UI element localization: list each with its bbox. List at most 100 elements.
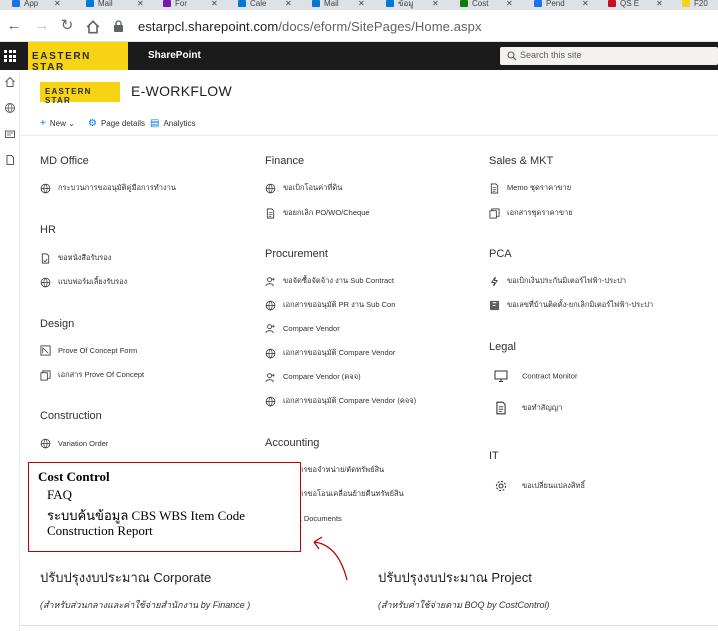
tab-close-icon[interactable]: ✕ [656, 0, 664, 10]
tab-close-icon[interactable]: ✕ [506, 0, 514, 10]
tab-close-icon[interactable]: ✕ [432, 0, 440, 10]
lock-icon[interactable] [113, 20, 124, 32]
link-item[interactable]: ขอทำสัญญา [494, 401, 562, 415]
globe-icon [265, 348, 276, 359]
cost-control-title: Cost Control [38, 469, 110, 484]
budget-project-subtitle: (สำหรับค่าใช้จ่ายตาม BOQ by CostControl) [378, 600, 550, 610]
link-item[interactable]: Variation Order [40, 438, 108, 449]
browser-tab[interactable]: Mail [312, 0, 352, 10]
link-item[interactable]: Compare Vendor (คจจ) [265, 371, 361, 383]
browser-address-bar: ← → ↻ estarpcl.sharepoint.com/docs/eform… [0, 10, 718, 42]
link-item[interactable]: ขอเบิกโอนค่าที่ดิน [265, 182, 342, 194]
link-item[interactable]: ขอยกเลิก PO/WO/Cheque [265, 207, 370, 219]
form-icon [40, 345, 51, 356]
budget-project-title[interactable]: ปรับปรุงงบประมาณ Project [378, 567, 532, 588]
link-item[interactable]: เอกสารขออนุมัติ Compare Vendor (คจจ) [265, 395, 416, 407]
link-item[interactable]: ขอเปลี่ยนแปลงสิทธิ์ [494, 479, 585, 493]
browser-tab[interactable]: ข้อมู [386, 0, 426, 10]
site-logo-text: EASTERN STAR [45, 87, 92, 105]
new-button[interactable]: + New ⌄ [40, 118, 75, 129]
link-item[interactable]: กระบวนการขออนุมัติคู่มือการทำงาน [40, 182, 176, 194]
section-title-it: IT [489, 450, 499, 462]
sharepoint-label[interactable]: SharePoint [148, 50, 201, 61]
link-item[interactable]: Compare Vendor [265, 323, 340, 334]
document-icon[interactable] [4, 154, 16, 166]
tab-favicon-icon [163, 0, 171, 7]
link-item[interactable]: เอกสารขออนุมัติ PR งาน Sub Con [265, 299, 395, 311]
budget-corporate-subtitle: (สำหรับส่วนกลางและค่าใช้จ่ายสำนักงาน by … [40, 600, 251, 610]
document-list-icon [265, 208, 276, 219]
link-item[interactable]: ขอจัดซื้อจัดจ้าง งาน Sub Contract [265, 275, 394, 287]
section-title-pca: PCA [489, 248, 512, 260]
section-title-legal: Legal [489, 341, 516, 353]
globe-icon [265, 300, 276, 311]
browser-tab[interactable]: For [163, 0, 203, 10]
site-logo[interactable]: EASTERN STAR [40, 82, 120, 105]
link-item[interactable]: Memo ชุดราคาขาย [489, 182, 571, 194]
search-placeholder: Search this site [520, 50, 582, 60]
home-icon[interactable] [4, 76, 16, 88]
tab-close-icon[interactable]: ✕ [137, 0, 145, 10]
documents-icon [489, 208, 500, 219]
browser-tab[interactable]: Cost [460, 0, 500, 10]
browser-tab[interactable]: QS E [608, 0, 648, 10]
globe-icon [40, 277, 51, 288]
browser-tab[interactable]: Cale [238, 0, 278, 10]
link-item[interactable]: เอกสารขออนุมัติ Compare Vendor [265, 347, 395, 359]
tab-close-icon[interactable]: ✕ [211, 0, 219, 10]
site-title[interactable]: E-WORKFLOW [131, 83, 232, 99]
documents-icon [40, 370, 51, 381]
browser-tab[interactable]: App [12, 0, 52, 10]
globe-icon [265, 183, 276, 194]
link-item[interactable]: ขอเบิกเงินประกันมิเตอร์ไฟฟ้า-ประปา [489, 275, 626, 287]
section-title-procurement: Procurement [265, 248, 328, 260]
forward-arrow-icon[interactable]: → [34, 18, 50, 34]
tab-favicon-icon [608, 0, 616, 7]
url-path: /docs/eform/SitePages/Home.aspx [278, 19, 482, 34]
search-input[interactable]: Search this site [500, 47, 718, 65]
link-item[interactable]: เอกสาร Prove Of Concept [40, 369, 144, 381]
left-rail [0, 70, 20, 631]
section-title-construction: Construction [40, 410, 102, 422]
analytics-button[interactable]: ▤ Analytics [150, 118, 195, 129]
link-item[interactable]: แบบฟอร์มเลี้ยงรับรอง [40, 276, 127, 288]
tab-close-icon[interactable]: ✕ [285, 0, 293, 10]
link-item[interactable]: Contract Monitor [494, 369, 577, 383]
person-add-icon [265, 372, 276, 383]
browser-tab[interactable]: Pend [534, 0, 574, 10]
url-field[interactable]: estarpcl.sharepoint.com/docs/eform/SiteP… [138, 19, 482, 34]
forms-app-icon [489, 300, 500, 311]
tab-favicon-icon [682, 0, 690, 7]
reload-icon[interactable]: ↻ [59, 18, 75, 34]
search-icon [507, 51, 517, 61]
page-details-button[interactable]: ⚙ Page details [88, 118, 145, 129]
cost-control-report-link[interactable]: Construction Report [47, 523, 153, 539]
news-icon[interactable] [4, 128, 16, 140]
cost-control-faq-link[interactable]: FAQ [47, 487, 72, 503]
monitor-icon [494, 369, 508, 383]
home-icon[interactable] [85, 19, 101, 35]
link-item[interactable]: ขอหนังสือรับรอง [40, 252, 111, 264]
annotation-arrow-icon [313, 536, 348, 581]
section-title-accounting: Accounting [265, 437, 320, 449]
tab-favicon-icon [12, 0, 20, 7]
budget-corporate-title[interactable]: ปรับปรุงงบประมาณ Corporate [40, 567, 211, 588]
gear-icon [494, 479, 508, 493]
tab-close-icon[interactable]: ✕ [358, 0, 366, 10]
gear-icon: ⚙ [88, 118, 97, 129]
browser-tab[interactable]: Mail [86, 0, 126, 10]
section-title-sales-mkt: Sales & MKT [489, 155, 554, 167]
link-item[interactable]: เอกสารชุดราคาขาย [489, 207, 573, 219]
document-form-icon [40, 253, 51, 264]
tab-favicon-icon [534, 0, 542, 7]
globe-icon[interactable] [4, 102, 16, 114]
back-arrow-icon[interactable]: ← [6, 18, 22, 34]
browser-tab[interactable]: F20 [682, 0, 718, 10]
suite-logo[interactable]: EASTERN STAR [28, 42, 128, 73]
section-title-finance: Finance [265, 155, 305, 167]
link-item[interactable]: ขอเลขที่บ้านติดตั้ง-ยกเลิกมิเตอร์ไฟฟ้า-ป… [489, 299, 653, 311]
tab-close-icon[interactable]: ✕ [582, 0, 590, 10]
tab-close-icon[interactable]: ✕ [54, 0, 62, 10]
app-launcher-icon[interactable] [4, 50, 16, 62]
link-item[interactable]: Prove Of Concept Form [40, 345, 137, 356]
